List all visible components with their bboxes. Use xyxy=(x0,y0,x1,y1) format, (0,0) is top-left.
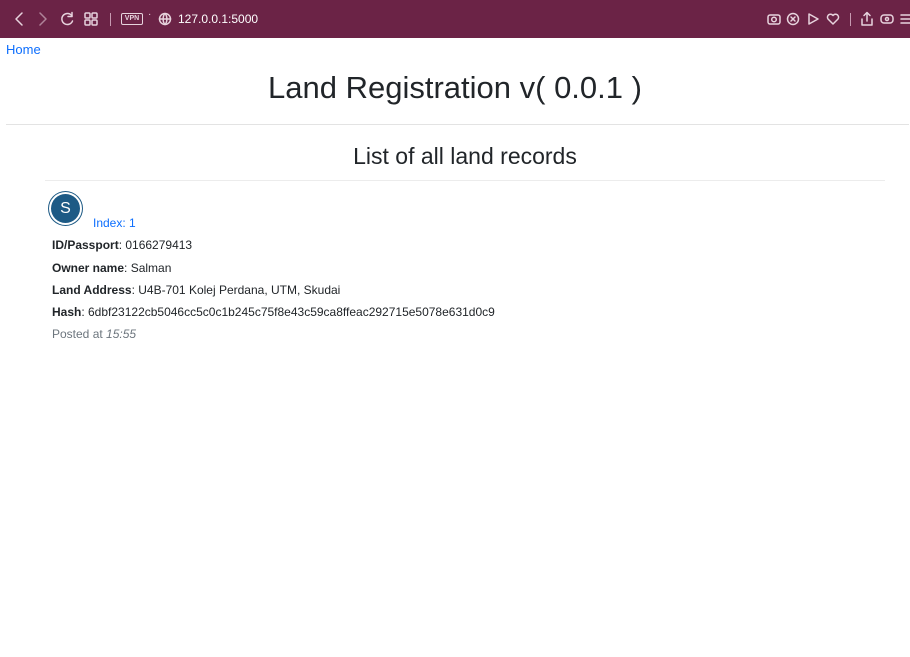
vpn-badge[interactable]: VPN xyxy=(121,13,143,25)
posted-at: Posted at 15:55 xyxy=(52,327,136,341)
share-icon[interactable] xyxy=(860,11,874,32)
back-icon[interactable] xyxy=(14,11,24,32)
tabs-grid-icon[interactable] xyxy=(84,12,98,31)
page-title: Land Registration v( 0.0.1 ) xyxy=(268,70,642,105)
home-link[interactable]: Home xyxy=(6,42,41,57)
land-address-label: Land Address xyxy=(52,283,132,297)
menu-icon[interactable] xyxy=(900,12,910,31)
land-address-value: : U4B-701 Kolej Perdana, UTM, Skudai xyxy=(131,283,341,297)
id-passport-label: ID/Passport xyxy=(52,238,119,252)
battery-icon[interactable] xyxy=(880,12,896,31)
owner-name-field: Owner name: Salman xyxy=(52,261,171,275)
hash-value: : 6dbf23122cb5046cc5c0c1b245c75f8e43c59c… xyxy=(81,305,495,319)
posted-time: 15:55 xyxy=(106,327,137,341)
toolbar-separator xyxy=(850,13,851,26)
camera-icon[interactable] xyxy=(767,12,781,31)
browser-toolbar: VPN · 127.0.0.1:5000 xyxy=(0,0,910,38)
dot-separator: · xyxy=(148,9,152,20)
toolbar-separator xyxy=(110,13,111,26)
divider xyxy=(6,124,909,125)
owner-name-value: : Salman xyxy=(124,261,172,275)
reload-icon[interactable] xyxy=(60,11,74,32)
heart-icon[interactable] xyxy=(826,12,840,31)
record-index-link[interactable]: Index: 1 xyxy=(93,216,136,230)
id-passport-field: ID/Passport: 0166279413 xyxy=(52,238,192,252)
divider xyxy=(45,180,885,181)
owner-name-label: Owner name xyxy=(52,261,125,275)
hash-label: Hash xyxy=(52,305,82,319)
section-title: List of all land records xyxy=(353,143,577,169)
address-bar[interactable]: 127.0.0.1:5000 xyxy=(178,11,258,27)
hash-field: Hash: 6dbf23122cb5046cc5c0c1b245c75f8e43… xyxy=(52,305,495,319)
globe-icon xyxy=(158,12,172,31)
shield-icon[interactable] xyxy=(786,12,800,31)
forward-icon[interactable] xyxy=(38,11,48,32)
id-passport-value: : 0166279413 xyxy=(118,238,193,252)
posted-prefix: Posted at xyxy=(52,327,107,341)
play-icon[interactable] xyxy=(806,12,820,31)
avatar: S xyxy=(49,192,82,225)
land-address-field: Land Address: U4B-701 Kolej Perdana, UTM… xyxy=(52,283,340,297)
